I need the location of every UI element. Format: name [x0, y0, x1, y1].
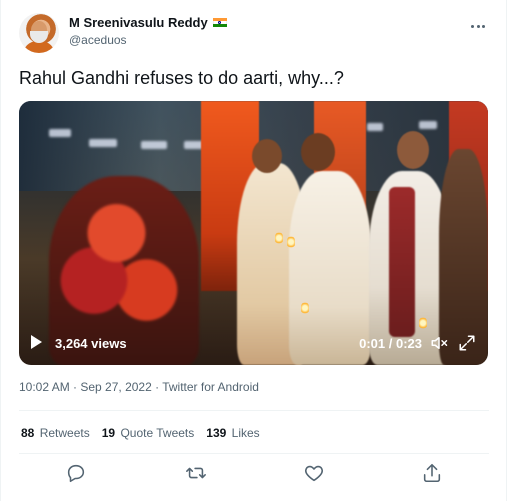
quote-count: 19 — [101, 426, 116, 440]
more-icon-dot — [481, 24, 485, 28]
author-names: M Sreenivasulu Reddy @aceduos — [69, 15, 227, 47]
divider — [19, 410, 489, 411]
fullscreen-icon[interactable] — [458, 334, 476, 352]
video-controls: 3,264 views 0:01 / 0:23 — [19, 323, 488, 365]
play-icon[interactable] — [31, 335, 42, 349]
retweets-count: 88 — [21, 426, 35, 440]
tweet-header: M Sreenivasulu Reddy @aceduos — [19, 13, 489, 55]
mute-icon[interactable] — [430, 334, 448, 352]
retweets-label: Retweets — [39, 426, 90, 440]
tweet-actions — [19, 458, 489, 488]
tweet-card: M Sreenivasulu Reddy @aceduos Rahul Gand… — [0, 0, 507, 501]
tweet-text: Rahul Gandhi refuses to do aarti, why...… — [19, 68, 344, 88]
author-display-name[interactable]: M Sreenivasulu Reddy — [69, 15, 227, 30]
video-view-count: 3,264 views — [55, 336, 127, 351]
tweet-stats: 88 Retweets 19 Quote Tweets 139 Likes — [21, 426, 260, 440]
share-icon[interactable] — [421, 462, 443, 484]
india-flag-icon — [212, 17, 227, 28]
video-player[interactable]: 3,264 views 0:01 / 0:23 — [19, 101, 488, 365]
likes-stat[interactable]: 139 Likes — [206, 426, 259, 440]
video-time: 0:01 / 0:23 — [359, 336, 422, 351]
retweets-stat[interactable]: 88 Retweets — [21, 426, 90, 440]
divider — [19, 453, 489, 454]
more-icon-dot — [476, 24, 480, 28]
tweet-timestamp[interactable]: 10:02 AM · Sep 27, 2022 · Twitter for An… — [19, 380, 259, 394]
more-icon-dot — [471, 24, 475, 28]
like-icon[interactable] — [303, 462, 325, 484]
quote-label: Quote Tweets — [120, 426, 195, 440]
quote-tweets-stat[interactable]: 19 Quote Tweets — [102, 426, 195, 440]
more-options-button[interactable] — [467, 15, 489, 37]
display-name-text[interactable]: M Sreenivasulu Reddy — [69, 15, 208, 30]
reply-icon[interactable] — [65, 462, 87, 484]
author-handle[interactable]: @aceduos — [69, 33, 227, 47]
avatar[interactable] — [19, 13, 59, 53]
likes-count: 139 — [206, 426, 227, 440]
likes-label: Likes — [231, 426, 260, 440]
retweet-icon[interactable] — [185, 462, 207, 484]
